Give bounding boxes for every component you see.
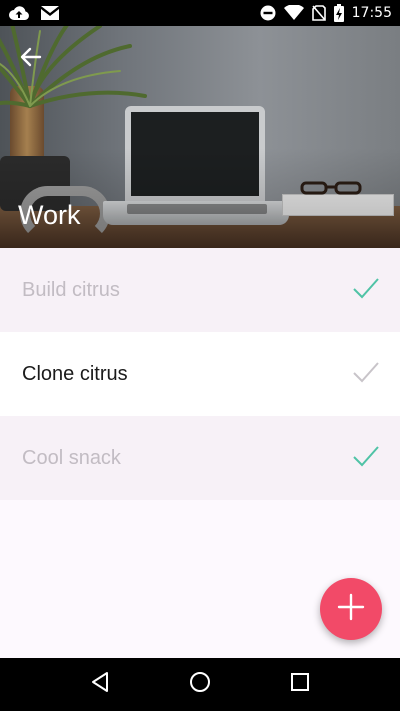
task-item[interactable]: Cool snack: [0, 416, 400, 500]
nav-home-button[interactable]: [180, 665, 220, 705]
back-button[interactable]: [14, 46, 48, 72]
task-label: Cool snack: [22, 446, 121, 469]
status-time: 17:55: [351, 5, 392, 21]
nav-back-button[interactable]: [80, 665, 120, 705]
task-item[interactable]: Clone citrus: [0, 332, 400, 416]
battery-charging-icon: [333, 4, 344, 22]
wifi-icon: [283, 5, 304, 21]
do-not-disturb-icon: [260, 5, 276, 21]
checkmark-icon[interactable]: [352, 445, 379, 472]
task-item[interactable]: Build citrus: [0, 248, 400, 332]
status-bar: 17:55: [0, 0, 400, 26]
checkmark-icon[interactable]: [352, 277, 379, 304]
plus-icon: [337, 593, 365, 626]
home-icon: [189, 671, 211, 698]
page-title: Work: [18, 200, 81, 230]
gmail-icon: [40, 5, 60, 21]
nav-recents-button[interactable]: [280, 665, 320, 705]
add-task-button[interactable]: [320, 578, 382, 640]
arrow-left-icon: [20, 47, 42, 72]
checkmark-icon[interactable]: [352, 361, 379, 388]
cloud-upload-icon: [8, 5, 30, 21]
back-icon: [90, 671, 110, 698]
no-sim-icon: [311, 5, 326, 21]
recents-icon: [290, 672, 310, 697]
navigation-bar: [0, 658, 400, 711]
task-label: Build citrus: [22, 278, 120, 301]
task-label: Clone citrus: [22, 362, 128, 385]
